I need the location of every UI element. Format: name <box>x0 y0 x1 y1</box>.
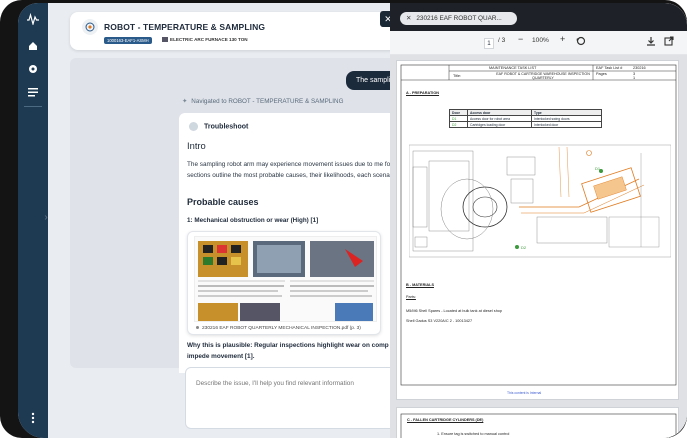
rail-divider <box>24 106 42 107</box>
more-icon[interactable] <box>23 408 43 428</box>
layout-drawing: D1 D2 <box>409 144 671 258</box>
document-icon <box>196 326 199 330</box>
access-door-table: Door Access door Type D1 Access door for… <box>449 109 602 128</box>
open-external-icon[interactable] <box>664 36 674 48</box>
navigate-icon: ✦ <box>182 98 188 105</box>
furnace-icon <box>162 37 168 43</box>
doc-subtitle: EAF ROBOT & CARTRIDGE WAREHOUSE INSPECTI… <box>496 72 590 80</box>
chevron-right-icon[interactable]: › <box>40 212 52 226</box>
chat-panel: ROBOT - TEMPERATURE & SAMPLING 1000163-E… <box>58 9 425 434</box>
navigation-note-text: Navigated to ROBOT - TEMPERATURE & SAMPL… <box>191 98 344 105</box>
section-c-note: 1. Ensure tag is switched to manual cont… <box>437 432 510 436</box>
asset-id-badge[interactable]: 1000163-EAF1-ASMH <box>104 37 152 44</box>
zoom-level[interactable]: 100% <box>532 37 549 44</box>
source-preview-card[interactable]: 230216 EAF ROBOT QUARTERLY MECHANICAL IN… <box>187 231 381 335</box>
pages-label: Pages <box>596 72 607 76</box>
table-row: D2 Cartridges loading door Interlocked d… <box>449 121 602 128</box>
asset-header: ROBOT - TEMPERATURE & SAMPLING 1000163-E… <box>70 12 410 50</box>
file-tab-label: 230216 EAF ROBOT QUAR... <box>416 15 502 22</box>
logo-icon[interactable] <box>23 9 43 29</box>
troubleshoot-icon <box>189 122 198 131</box>
troubleshoot-label: Troubleshoot <box>189 122 248 131</box>
document-canvas: MAINTENANCE TASK LIST Title: EAF ROBOT &… <box>390 55 687 438</box>
navigation-note: ✦ Navigated to ROBOT - TEMPERATURE & SAMP… <box>182 98 344 105</box>
svg-text:D1: D1 <box>595 166 601 171</box>
location-label: ELECTRIC ARC FURNACE 130 TON <box>162 37 248 43</box>
table-cell: D2 <box>449 121 468 128</box>
doc-title: MAINTENANCE TASK LIST <box>489 66 537 70</box>
section-b: B - MATERIALS <box>406 283 434 287</box>
section-a: A - PREPARATION <box>406 91 440 95</box>
rotate-icon[interactable] <box>576 36 586 48</box>
parts-line: Shell Gadus S3 V220A/C 2 - 10013427 <box>406 319 473 323</box>
source-caption: 230216 EAF ROBOT QUARTERLY MECHANICAL IN… <box>196 326 361 331</box>
zoom-in-button[interactable]: + <box>560 34 565 44</box>
troubleshoot-text: Troubleshoot <box>204 123 249 131</box>
table-cell: Interlocked door <box>531 121 602 128</box>
file-tab[interactable]: ✕ 230216 EAF ROBOT QUAR... <box>400 12 517 25</box>
task-list-value: 230216 <box>633 66 646 70</box>
intro-text: The sampling robot arm may experience mo… <box>187 161 410 179</box>
causes-heading: Probable causes <box>187 197 259 207</box>
location-text: ELECTRIC ARC FURNACE 130 TON <box>170 37 248 42</box>
viewer-tabbar: ✕ 230216 EAF ROBOT QUAR... <box>390 3 687 31</box>
source-preview-image <box>194 236 377 322</box>
assistant-answer: Troubleshoot Intro The sampling robot ar… <box>179 113 415 373</box>
page-field-value: 1 <box>633 76 636 80</box>
doc-title-label: Title: <box>453 74 462 78</box>
page-title: ROBOT - TEMPERATURE & SAMPLING <box>104 22 266 32</box>
cause-item: 1: Mechanical obstruction or wear (High)… <box>187 217 319 224</box>
svg-text:D2: D2 <box>521 245 527 250</box>
parts-label: Parts: <box>406 295 416 299</box>
doc-footer-note: This content is Internal <box>507 391 542 395</box>
plausibility-text: Why this is plausible: Regular inspectio… <box>187 342 402 360</box>
app-screen: › ROBOT - TEMPERATURE & SAMPLING 1000163… <box>18 3 687 438</box>
parts-line: M5/M6 Shell Spares - Located at bulk tan… <box>406 309 503 313</box>
asset-logo-icon <box>82 19 98 35</box>
section-c: C - FALLEN CARTRIDGE CYLINDERS (DE) <box>407 418 484 422</box>
download-icon[interactable] <box>646 36 656 48</box>
message-composer[interactable] <box>185 367 425 429</box>
tab-close-icon[interactable]: ✕ <box>406 15 411 22</box>
document-page-2: C - FALLEN CARTRIDGE CYLINDERS (DE) 1. E… <box>396 407 679 438</box>
table-cell: Cartridges loading door <box>467 121 532 128</box>
list-icon[interactable] <box>23 82 43 102</box>
device-frame: › ROBOT - TEMPERATURE & SAMPLING 1000163… <box>0 0 687 438</box>
settings-icon[interactable] <box>23 59 43 79</box>
intro-heading: Intro <box>187 140 206 151</box>
message-input[interactable] <box>196 380 416 387</box>
page-number-input[interactable]: 1 <box>484 38 494 49</box>
document-page-1: MAINTENANCE TASK LIST Title: EAF ROBOT &… <box>396 60 679 400</box>
zoom-out-button[interactable]: − <box>518 34 523 44</box>
source-caption-text: 230216 EAF ROBOT QUARTERLY MECHANICAL IN… <box>202 326 361 331</box>
page-total: / 3 <box>498 37 506 44</box>
home-icon[interactable] <box>23 36 43 56</box>
document-viewer: ✕ 230216 EAF ROBOT QUAR... 1 / 3 − 100% + <box>390 3 687 438</box>
task-list-label: EAF Task List # <box>596 66 623 70</box>
viewer-toolbar: 1 / 3 − 100% + <box>390 31 687 55</box>
